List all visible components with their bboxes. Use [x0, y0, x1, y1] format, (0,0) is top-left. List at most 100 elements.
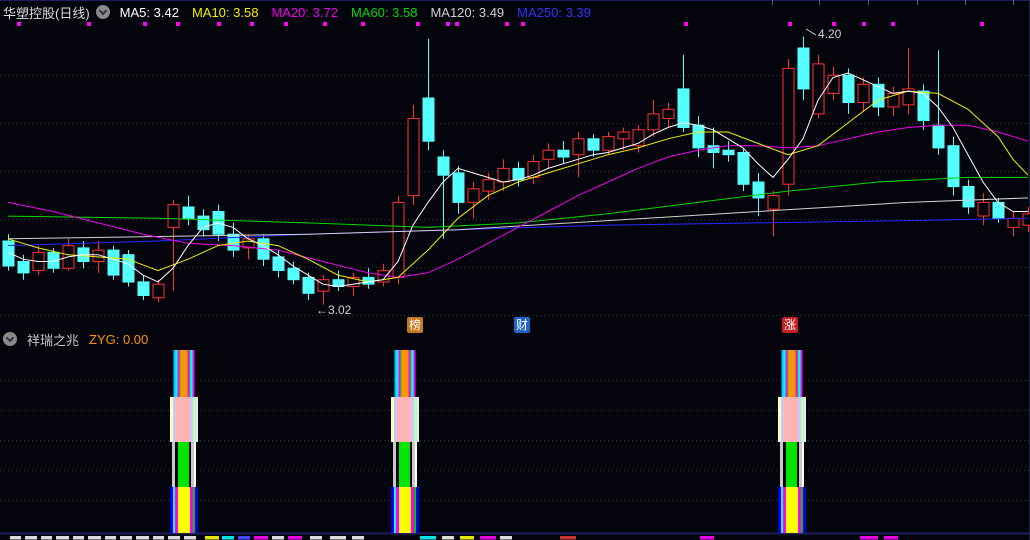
signal-bar-stripe	[173, 397, 176, 442]
signal-bar-stripe	[193, 487, 195, 533]
signal-bar-stripe	[411, 397, 414, 442]
signal-bar-stripe	[175, 487, 178, 533]
signal-bar-stripe	[393, 442, 396, 487]
signal-bar-stripe	[780, 442, 783, 487]
signal-bar-stripe	[177, 350, 180, 397]
signal-bar-stripe	[801, 487, 803, 533]
signal-bar-stripe	[417, 397, 419, 442]
signal-bar-stripe	[194, 442, 196, 487]
news-badge[interactable]: 财	[514, 317, 530, 333]
signal-bar-stripe	[398, 350, 401, 397]
indicator-name[interactable]: 祥瑞之兆	[27, 330, 79, 349]
signal-bar-stripe	[783, 350, 786, 397]
chevron-down-icon[interactable]	[3, 332, 17, 346]
ma-label: MA20: 3.72	[271, 4, 338, 20]
sub-panel-header: 祥瑞之兆 ZYG: 0.00	[3, 330, 148, 348]
signal-bar-stripe	[189, 442, 191, 487]
signal-bar-stripe	[787, 350, 789, 397]
signal-bar-stripe	[396, 442, 399, 487]
signal-bar-stripe	[786, 487, 798, 533]
signal-bar-stripe	[391, 397, 394, 442]
signal-bar-stripe	[788, 350, 796, 397]
signal-bar-stripe	[781, 350, 784, 397]
signal-bar-stripe	[191, 442, 194, 487]
signal-bar-stripe	[391, 487, 394, 533]
signal-bar-stripe	[416, 487, 419, 533]
signal-bar-stripe	[795, 350, 798, 397]
ma-legend: MA5: 3.42 MA10: 3.58 MA20: 3.72 MA60: 3.58 M…	[120, 5, 591, 20]
highest-price-label: 4.20	[818, 27, 842, 41]
signal-bar-stripe	[399, 487, 411, 533]
signal-bar-stripe	[180, 350, 188, 397]
news-badge[interactable]: 榜	[407, 317, 423, 333]
signal-bar-stripe	[804, 397, 806, 442]
signal-bar-stripe	[414, 487, 416, 533]
main-chart-header: 华塑控股(日线) MA5: 3.42 MA10: 3.58 MA20: 3.72 MA…	[3, 3, 591, 21]
candles	[2, 36, 1030, 305]
signal-bar-stripe	[187, 350, 190, 397]
signal-bar-stripe	[410, 350, 412, 397]
signal-bar-stripe	[781, 397, 784, 442]
signal-bar-stripe	[396, 350, 399, 397]
signal-bar-stripe	[176, 397, 190, 442]
signal-bar-stripe	[179, 350, 181, 397]
signal-bar-stripe	[170, 487, 173, 533]
chevron-down-icon[interactable]	[95, 5, 110, 19]
signal-bar-stripe	[399, 442, 410, 487]
signal-bar-stripe	[397, 397, 411, 442]
signal-bar-stripe	[178, 442, 189, 487]
signal-bar-stripe	[798, 487, 801, 533]
signal-bar-stripe	[196, 397, 198, 442]
signal-bar-stripe	[173, 350, 176, 397]
news-badge[interactable]: 涨	[782, 317, 798, 333]
signal-bar-stripe	[786, 442, 797, 487]
lowest-price-label: ←3.02	[316, 303, 352, 317]
signal-bar-stripe	[799, 442, 802, 487]
ma-label: MA10: 3.58	[191, 4, 259, 20]
grid	[0, 0, 1030, 540]
ma-label: MA120: 3.49	[430, 4, 505, 20]
signal-bar-stripe	[173, 487, 175, 533]
signal-bar-stripe	[190, 487, 193, 533]
signal-bar-stripe	[800, 350, 803, 397]
signal-bar-stripe	[798, 350, 801, 397]
signal-bars	[170, 350, 806, 533]
signal-bar-stripe	[400, 350, 402, 397]
signal-bar-stripe	[396, 487, 399, 533]
signal-bar-stripe	[801, 397, 804, 442]
signal-bar-stripe	[783, 442, 786, 487]
signal-bar-stripe	[778, 397, 781, 442]
ma-line-ma250	[7, 217, 1029, 247]
signal-bar-stripe	[797, 442, 799, 487]
signal-bar-stripe	[408, 350, 411, 397]
signal-bar-stripe	[412, 442, 415, 487]
signal-bar-stripe	[778, 487, 781, 533]
indicator-value: ZYG: 0.00	[89, 331, 149, 347]
signal-bar-stripe	[411, 487, 414, 533]
ma-label: MA250: 3.39	[517, 4, 591, 20]
signal-bar-stripe	[175, 350, 178, 397]
signal-bar-stripe	[802, 442, 804, 487]
trading-app-window: 华塑控股(日线) MA5: 3.42 MA10: 3.58 MA20: 3.72 MA…	[0, 0, 1030, 540]
signal-bar-stripe	[783, 487, 786, 533]
signal-bar-stripe	[192, 350, 195, 397]
signal-bar-stripe	[394, 350, 397, 397]
signal-bar-stripe	[394, 397, 397, 442]
signal-bar-stripe	[784, 397, 798, 442]
ma-label: MA60: 3.58	[350, 4, 418, 20]
signal-bar-stripe	[785, 350, 788, 397]
signal-bar-stripe	[172, 442, 175, 487]
signal-bar-stripe	[803, 487, 806, 533]
signal-bar-stripe	[394, 487, 396, 533]
signal-bar-stripe	[798, 397, 801, 442]
signal-bar-stripe	[781, 487, 783, 533]
signal-bar-stripe	[189, 350, 191, 397]
signal-bar-stripe	[413, 350, 416, 397]
signal-bar-stripe	[411, 350, 414, 397]
signal-bar-stripe	[190, 397, 193, 442]
stock-title[interactable]: 华塑控股(日线)	[3, 3, 90, 22]
stock-chart-canvas	[0, 0, 1030, 540]
signal-bar-stripe	[195, 487, 198, 533]
ma-line-ma20	[7, 124, 1029, 278]
signal-bar-stripe	[193, 397, 196, 442]
